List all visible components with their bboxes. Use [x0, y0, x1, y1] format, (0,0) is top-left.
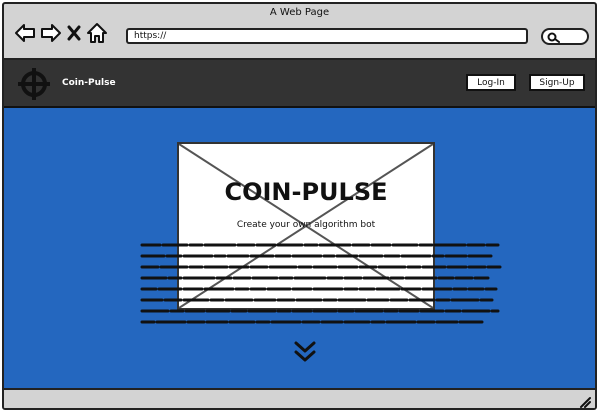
double-chevron-down-icon[interactable]	[292, 340, 318, 364]
signup-button[interactable]: Sign-Up	[529, 74, 585, 91]
hero-section: COIN-PULSE Create your own algorithm bot	[4, 108, 595, 390]
close-x-icon[interactable]	[66, 22, 82, 44]
resize-handle-icon[interactable]	[577, 394, 591, 408]
brand-name[interactable]: Coin-Pulse	[62, 60, 116, 106]
crosshair-logo-icon[interactable]	[16, 66, 52, 102]
hero-title: COIN-PULSE	[224, 178, 388, 206]
browser-window: A Web Page https:// Coin-Pulse Log-In Si…	[2, 2, 597, 410]
status-bar	[4, 388, 595, 408]
url-field[interactable]: https://	[126, 28, 528, 44]
search-icon	[547, 32, 560, 43]
site-header: Coin-Pulse Log-In Sign-Up	[4, 60, 595, 109]
forward-arrow-icon[interactable]	[40, 22, 62, 44]
hero-subtitle: Create your own algorithm bot	[236, 220, 376, 230]
placeholder-text-block	[140, 243, 502, 324]
window-title: A Web Page	[269, 7, 330, 18]
back-arrow-icon[interactable]	[14, 22, 36, 44]
home-icon[interactable]	[86, 22, 108, 44]
browser-search-button[interactable]	[541, 28, 589, 45]
login-button[interactable]: Log-In	[466, 74, 516, 91]
browser-nav-icons	[14, 22, 108, 44]
